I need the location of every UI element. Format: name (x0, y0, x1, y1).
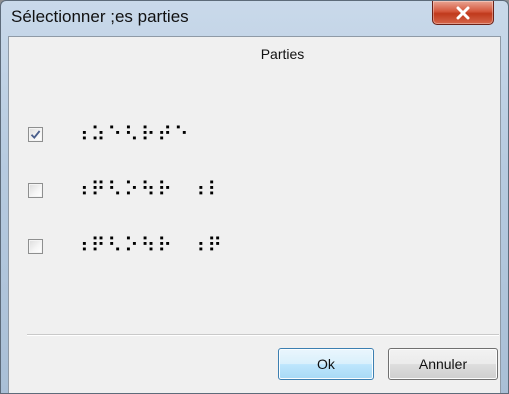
close-icon (456, 6, 470, 19)
window-title: Sélectionner ;es parties (11, 7, 189, 26)
part-braille-label-2: ⠰⠟⠣⠕⠳⠗⠀⠰⠇ (74, 177, 224, 201)
part-braille-label-1: ⠰⠵⠑⠣⠗⠞⠑ (74, 122, 191, 146)
title-bar[interactable]: Sélectionner ;es parties (1, 1, 508, 33)
part-checkbox-3[interactable] (28, 239, 43, 254)
part-braille-label-3: ⠰⠟⠣⠕⠳⠗⠀⠰⠟ (74, 233, 224, 257)
part-checkbox-2[interactable] (28, 183, 43, 198)
button-divider (27, 334, 499, 336)
dialog-client-area (8, 36, 501, 393)
close-button[interactable] (432, 1, 494, 25)
parts-heading: Parties (260, 46, 305, 62)
ok-button[interactable]: Ok (278, 348, 374, 380)
dialog-window: Sélectionner ;es parties Parties ⠰⠵⠑⠣⠗⠞⠑… (0, 0, 509, 394)
checkmark-icon (30, 130, 41, 139)
part-checkbox-1[interactable] (28, 127, 43, 142)
cancel-button[interactable]: Annuler (388, 348, 498, 380)
